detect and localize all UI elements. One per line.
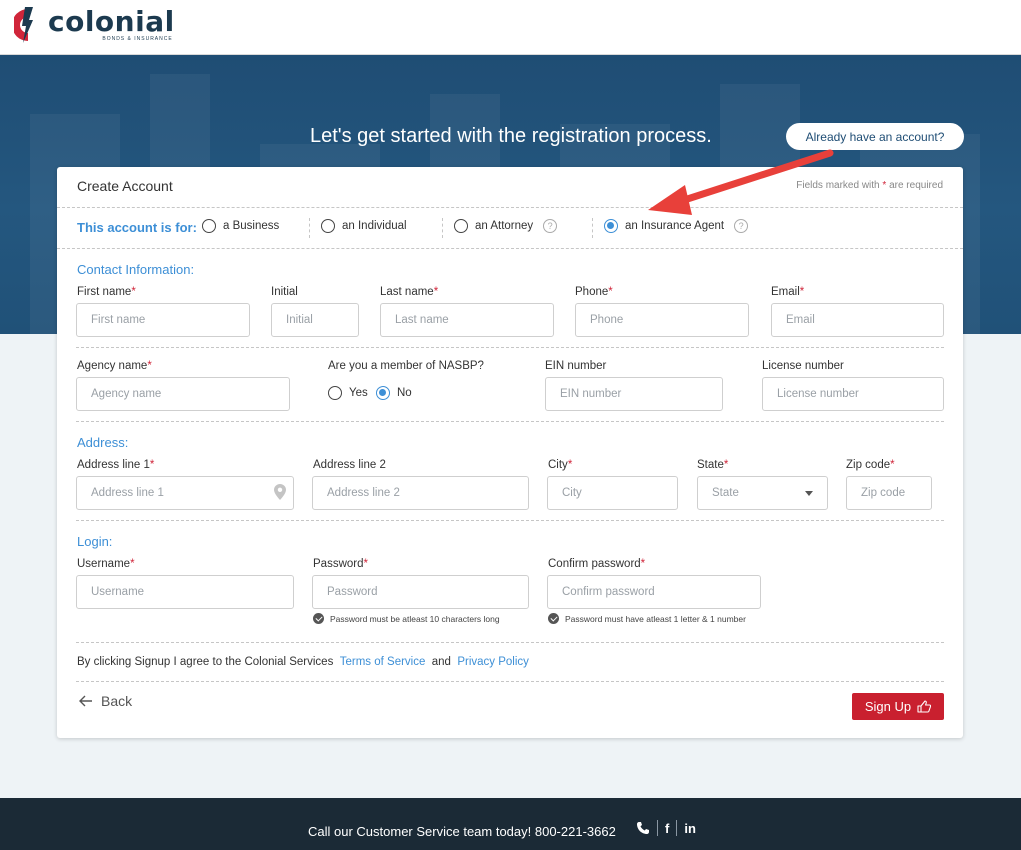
password-label: Password* [313, 558, 368, 570]
required-fields-note: Fields marked with * are required [796, 180, 943, 191]
address-line2-label: Address line 2 [313, 459, 386, 471]
address-line2-input[interactable] [312, 476, 529, 510]
license-label: License number [762, 360, 844, 372]
phone-icon[interactable] [636, 821, 650, 835]
zip-label: Zip code* [846, 459, 895, 471]
radio-button-selected[interactable] [604, 219, 618, 233]
back-button[interactable]: Back [79, 693, 132, 709]
hero-title: Let's get started with the registration … [310, 125, 712, 147]
radio-business[interactable]: a Business [202, 219, 279, 233]
first-name-label: First name* [77, 286, 136, 298]
facebook-icon[interactable]: f [665, 821, 669, 836]
divider [76, 681, 944, 682]
address-section-title: Address: [77, 435, 129, 450]
divider [76, 520, 944, 521]
nasbp-no-radio[interactable]: No [376, 386, 412, 400]
customer-service-text: Call our Customer Service team today! 80… [308, 824, 616, 839]
state-select[interactable]: State [697, 476, 828, 510]
thumbs-up-icon [917, 700, 932, 713]
login-section-title: Login: [77, 534, 113, 549]
confirm-password-input[interactable] [547, 575, 761, 609]
confirm-password-label: Confirm password* [548, 558, 646, 570]
password-complexity-hint: Password must have atleast 1 letter & 1 … [548, 613, 746, 624]
radio-button[interactable] [202, 219, 216, 233]
arrow-left-icon [79, 695, 92, 707]
divider [76, 421, 944, 422]
radio-button[interactable] [321, 219, 335, 233]
radio-button-selected[interactable] [376, 386, 390, 400]
colonial-logo[interactable]: colonial BONDS & INSURANCE [14, 6, 175, 44]
help-icon[interactable]: ? [734, 219, 749, 233]
sign-up-button[interactable]: Sign Up [852, 693, 944, 720]
check-circle-icon [313, 613, 324, 624]
username-label: Username* [77, 558, 135, 570]
username-input[interactable] [76, 575, 294, 609]
linkedin-icon[interactable]: in [684, 821, 696, 836]
last-name-label: Last name* [380, 286, 439, 298]
radio-attorney[interactable]: an Attorney ? [454, 219, 558, 233]
location-pin-icon [274, 484, 286, 500]
check-circle-icon [548, 613, 559, 624]
account-type-label: This account is for: [77, 220, 197, 235]
city-input[interactable] [547, 476, 678, 510]
create-account-card: Create Account Fields marked with * are … [57, 167, 963, 738]
nasbp-label: Are you a member of NASBP? [328, 360, 484, 372]
password-input[interactable] [312, 575, 529, 609]
phone-label: Phone* [575, 286, 613, 298]
privacy-policy-link[interactable]: Privacy Policy [457, 656, 529, 668]
agency-name-input[interactable] [76, 377, 290, 411]
ein-label: EIN number [545, 360, 607, 372]
radio-button[interactable] [328, 386, 342, 400]
card-title: Create Account [77, 178, 173, 194]
divider [76, 642, 944, 643]
first-name-input[interactable] [76, 303, 250, 337]
license-input[interactable] [762, 377, 944, 411]
agency-name-label: Agency name* [77, 360, 152, 372]
already-have-account-button[interactable]: Already have an account? [786, 123, 964, 150]
password-length-hint: Password must be atleast 10 characters l… [313, 613, 500, 624]
zip-input[interactable] [846, 476, 932, 510]
ein-input[interactable] [545, 377, 723, 411]
help-icon[interactable]: ? [543, 219, 558, 233]
state-label: State* [697, 459, 729, 471]
divider [57, 207, 963, 208]
terms-of-service-link[interactable]: Terms of Service [340, 656, 426, 668]
colonial-logo-mark-icon [14, 7, 33, 43]
agreement-text: By clicking Signup I agree to the Coloni… [77, 656, 529, 668]
brand-name: colonial [48, 5, 175, 38]
nasbp-yes-radio[interactable]: Yes [328, 386, 368, 400]
divider [57, 248, 963, 249]
divider [76, 347, 944, 348]
email-input[interactable] [771, 303, 944, 337]
address-line1-input[interactable] [76, 476, 294, 510]
contact-section-title: Contact Information: [77, 262, 195, 277]
radio-button[interactable] [454, 219, 468, 233]
last-name-input[interactable] [380, 303, 554, 337]
phone-input[interactable] [575, 303, 749, 337]
radio-insurance-agent[interactable]: an Insurance Agent ? [604, 219, 749, 233]
address-line1-label: Address line 1* [77, 459, 155, 471]
initial-label: Initial [271, 286, 298, 298]
initial-input[interactable] [271, 303, 359, 337]
radio-individual[interactable]: an Individual [321, 219, 407, 233]
chevron-down-icon [805, 490, 813, 496]
footer: Call our Customer Service team today! 80… [0, 798, 1021, 850]
email-label: Email* [771, 286, 805, 298]
top-bar: colonial BONDS & INSURANCE [0, 0, 1021, 55]
city-label: City* [548, 459, 573, 471]
